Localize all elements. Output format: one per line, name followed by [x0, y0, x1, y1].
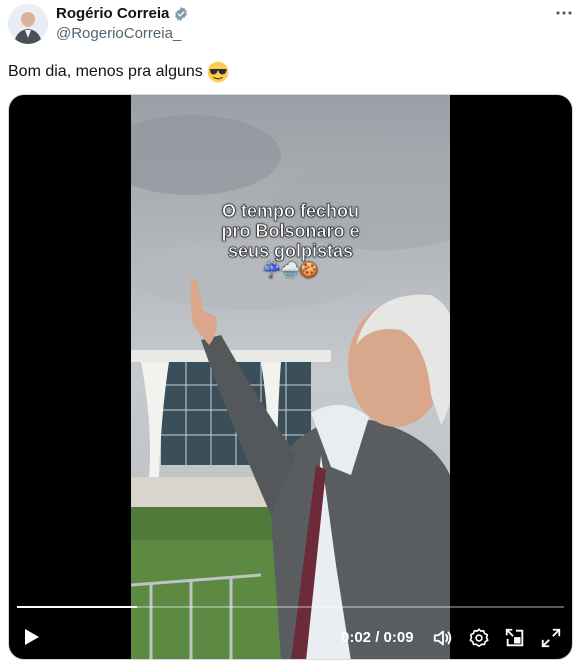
- video-frame: O tempo fechou pro Bolsonaro e seus golp…: [131, 95, 450, 659]
- sunglasses-emoji-icon: [207, 61, 229, 83]
- caption-line: seus golpistas: [227, 241, 354, 262]
- author-name-row: Rogério Correia: [56, 5, 189, 22]
- video-caption: O tempo fechou pro Bolsonaro e seus golp…: [131, 201, 450, 281]
- author-avatar[interactable]: [8, 4, 48, 44]
- video-progress-bar[interactable]: [17, 606, 564, 608]
- video-progress-fill: [17, 606, 138, 608]
- verified-badge-icon[interactable]: [173, 6, 189, 22]
- video-player[interactable]: O tempo fechou pro Bolsonaro e seus golp…: [8, 94, 573, 660]
- author-handle[interactable]: @RogerioCorreia_: [56, 25, 181, 42]
- fullscreen-icon[interactable]: [540, 627, 562, 649]
- author-name[interactable]: Rogério Correia: [56, 5, 169, 22]
- caption-line: O tempo fechou: [221, 201, 360, 222]
- caption-emojis: ☔🌧️🍪: [262, 262, 319, 279]
- video-time: 0:02 / 0:09: [341, 629, 414, 646]
- volume-icon[interactable]: [432, 627, 454, 649]
- more-options-icon[interactable]: [552, 4, 576, 24]
- tweet-body: Bom dia, menos pra alguns: [8, 63, 203, 80]
- caption-line: pro Bolsonaro e: [221, 221, 360, 242]
- settings-icon[interactable]: [468, 627, 490, 649]
- tweet-text: Bom dia, menos pra alguns: [8, 61, 229, 83]
- video-scene-image: [131, 95, 450, 659]
- video-controls: 0:02 / 0:09: [9, 615, 572, 659]
- play-icon[interactable]: [21, 627, 41, 647]
- picture-in-picture-icon[interactable]: [504, 627, 526, 649]
- avatar-image: [8, 4, 48, 44]
